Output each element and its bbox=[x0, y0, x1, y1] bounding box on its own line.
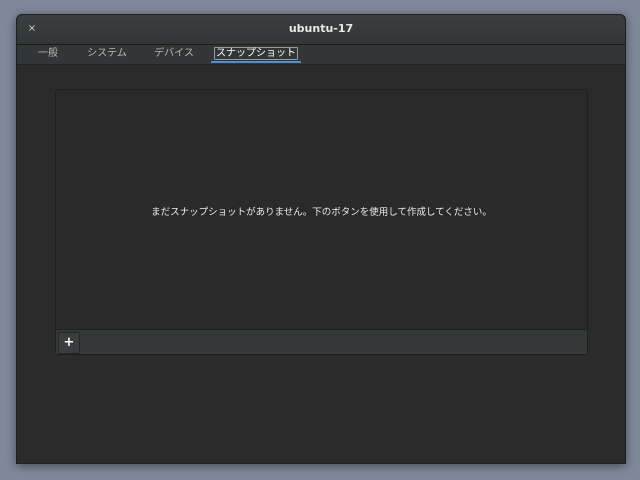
tab-system-label: システム bbox=[87, 48, 127, 59]
tab-general[interactable]: 一般 bbox=[31, 46, 65, 62]
properties-window: × ubuntu-17 一般 システム デバイス スナップショット まだスナップ… bbox=[16, 14, 626, 464]
tab-general-label: 一般 bbox=[38, 48, 58, 59]
tab-system[interactable]: システム bbox=[83, 46, 131, 62]
snapshots-panel: まだスナップショットがありません。下のボタンを使用して作成してください。 + bbox=[55, 89, 588, 355]
snapshots-toolbar: + bbox=[56, 329, 587, 354]
add-snapshot-button[interactable]: + bbox=[58, 332, 80, 354]
tab-bar: 一般 システム デバイス スナップショット bbox=[17, 45, 625, 65]
title-bar: × ubuntu-17 bbox=[17, 15, 625, 45]
tab-devices[interactable]: デバイス bbox=[150, 46, 198, 62]
tab-snapshots-label: スナップショット bbox=[214, 47, 298, 60]
active-tab-indicator bbox=[211, 61, 301, 63]
empty-snapshots-message: まだスナップショットがありません。下のボタンを使用して作成してください。 bbox=[151, 207, 492, 218]
tab-devices-label: デバイス bbox=[154, 48, 194, 59]
window-title: ubuntu-17 bbox=[288, 22, 354, 35]
tab-snapshots[interactable]: スナップショット bbox=[211, 46, 301, 62]
